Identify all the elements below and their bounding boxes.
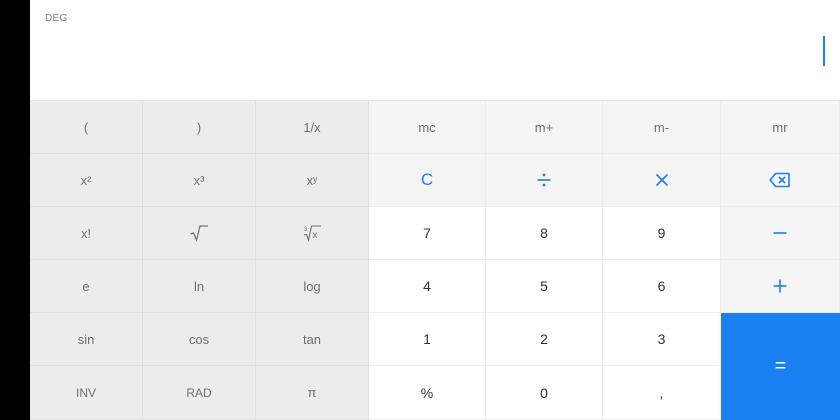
sin-button[interactable]: sin: [30, 313, 143, 366]
memory-subtract-button[interactable]: m-: [603, 101, 721, 154]
divide-button[interactable]: [486, 154, 603, 207]
inverse-button[interactable]: INV: [30, 366, 143, 420]
digit-8-button[interactable]: 8: [486, 207, 603, 260]
cube-button[interactable]: x³: [143, 154, 256, 207]
plus-icon: [773, 279, 787, 293]
percent-button[interactable]: %: [369, 366, 486, 420]
svg-text:3: 3: [304, 227, 308, 233]
log-button[interactable]: log: [256, 260, 369, 313]
angle-mode-button[interactable]: RAD: [143, 366, 256, 420]
digit-9-button[interactable]: 9: [603, 207, 721, 260]
square-root-button[interactable]: [143, 207, 256, 260]
euler-button[interactable]: e: [30, 260, 143, 313]
close-paren-button[interactable]: ): [143, 101, 256, 154]
memory-clear-button[interactable]: mc: [369, 101, 486, 154]
clear-button[interactable]: C: [369, 154, 486, 207]
reciprocal-button[interactable]: 1/x: [256, 101, 369, 154]
decimal-button[interactable]: ,: [603, 366, 721, 420]
multiply-button[interactable]: [603, 154, 721, 207]
digit-5-button[interactable]: 5: [486, 260, 603, 313]
memory-add-button[interactable]: m+: [486, 101, 603, 154]
digit-2-button[interactable]: 2: [486, 313, 603, 366]
svg-text:x: x: [313, 230, 318, 241]
minus-button[interactable]: [721, 207, 840, 260]
divide-icon: [537, 173, 551, 187]
backspace-button[interactable]: [721, 154, 840, 207]
square-root-icon: [190, 225, 208, 242]
digit-6-button[interactable]: 6: [603, 260, 721, 313]
calculator-display: DEG: [30, 0, 840, 101]
memory-recall-button[interactable]: mr: [721, 101, 840, 154]
power-button[interactable]: xʸ: [256, 154, 369, 207]
minus-icon: [773, 232, 787, 234]
left-bezel: [0, 0, 30, 420]
angle-mode-indicator: DEG: [45, 13, 68, 24]
natural-log-button[interactable]: ln: [143, 260, 256, 313]
equals-button[interactable]: =: [721, 313, 840, 420]
cube-root-icon: 3 x: [303, 225, 321, 242]
backspace-icon: [769, 172, 790, 188]
digit-7-button[interactable]: 7: [369, 207, 486, 260]
digit-0-button[interactable]: 0: [486, 366, 603, 420]
plus-button[interactable]: [721, 260, 840, 313]
tan-button[interactable]: tan: [256, 313, 369, 366]
keypad: ( ) 1/x mc m+ m- mr x² x³ xʸ C x! 3 x 7 …: [30, 101, 840, 420]
factorial-button[interactable]: x!: [30, 207, 143, 260]
open-paren-button[interactable]: (: [30, 101, 143, 154]
square-button[interactable]: x²: [30, 154, 143, 207]
digit-3-button[interactable]: 3: [603, 313, 721, 366]
cos-button[interactable]: cos: [143, 313, 256, 366]
multiply-icon: [655, 173, 668, 187]
digit-4-button[interactable]: 4: [369, 260, 486, 313]
text-cursor: [823, 36, 825, 66]
cube-root-button[interactable]: 3 x: [256, 207, 369, 260]
pi-button[interactable]: π: [256, 366, 369, 420]
digit-1-button[interactable]: 1: [369, 313, 486, 366]
